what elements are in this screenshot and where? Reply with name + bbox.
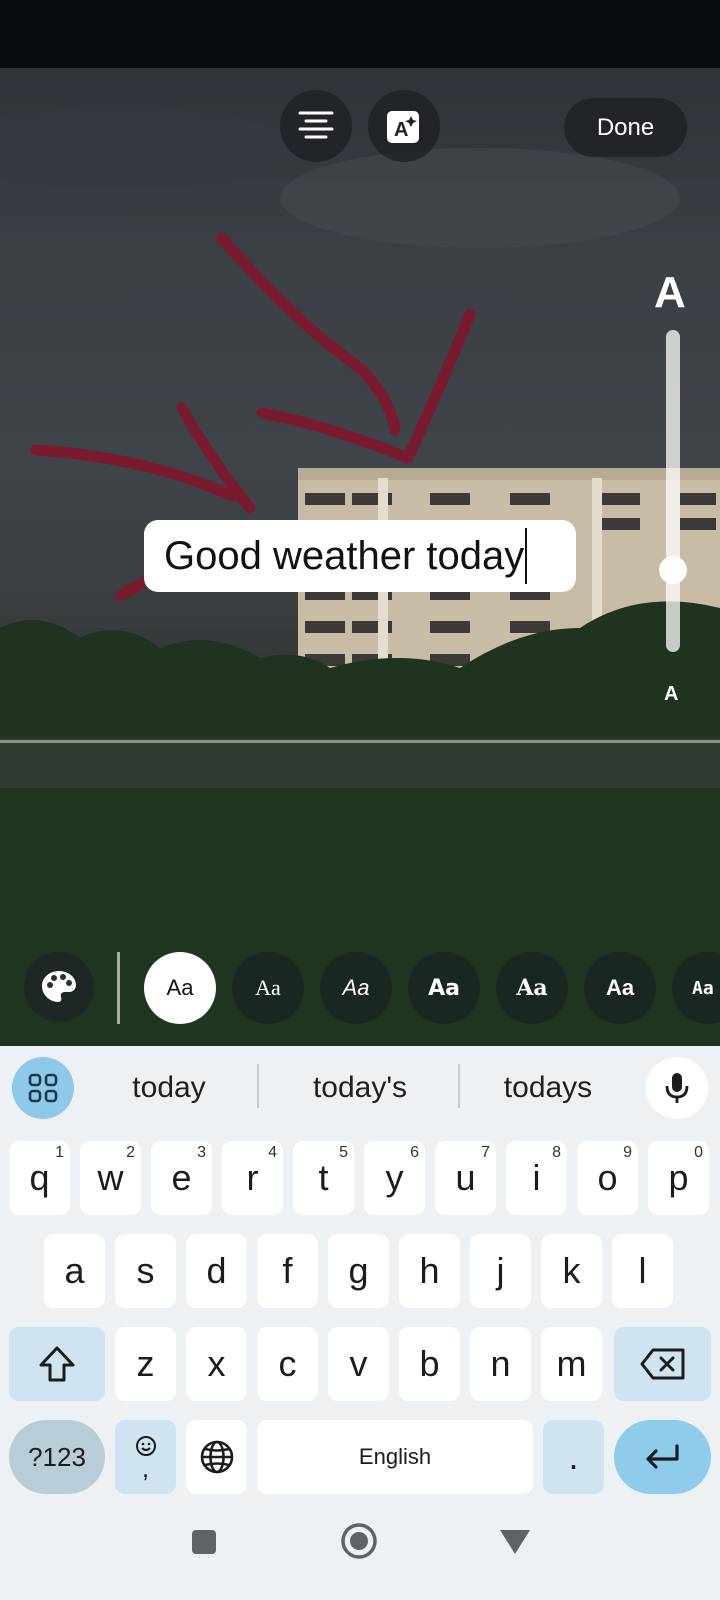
svg-text:A: A	[394, 119, 408, 141]
suggestion-1[interactable]: today	[96, 1064, 242, 1112]
suggestion-divider	[458, 1064, 460, 1108]
key-s[interactable]: s	[115, 1234, 176, 1308]
key-w[interactable]: w2	[80, 1141, 141, 1215]
key-i[interactable]: i8	[506, 1141, 567, 1215]
key-g[interactable]: g	[328, 1234, 389, 1308]
comma-label: ,	[141, 1453, 150, 1483]
key-q[interactable]: q1	[9, 1141, 70, 1215]
key-j[interactable]: j	[470, 1234, 531, 1308]
font-style-picker: Aa Aa Aa Aa Aa Aa Aa	[0, 950, 720, 1026]
font-option-heavy[interactable]: Aa	[584, 952, 656, 1024]
suggestion-bar: today today's todays	[0, 1046, 720, 1130]
key-u[interactable]: u7	[435, 1141, 496, 1215]
suggestion-divider	[257, 1064, 259, 1108]
story-text-field[interactable]: Good weather today	[144, 520, 576, 592]
key-hint: 1	[55, 1144, 64, 1161]
space-label: English	[358, 1444, 432, 1469]
key-e[interactable]: e3	[151, 1141, 212, 1215]
backspace-icon	[640, 1348, 684, 1380]
key-o[interactable]: o9	[577, 1141, 638, 1215]
suggestion-3[interactable]: todays	[470, 1064, 626, 1112]
key-label: t	[318, 1157, 329, 1198]
back-icon[interactable]	[498, 1528, 532, 1556]
key-h[interactable]: h	[399, 1234, 460, 1308]
key-t[interactable]: t5	[293, 1141, 354, 1215]
key-hint: 8	[552, 1144, 561, 1161]
text-cursor	[525, 528, 528, 584]
period-key[interactable]: .	[543, 1420, 604, 1494]
text-align-button[interactable]	[280, 90, 352, 162]
key-label: i	[532, 1157, 541, 1198]
font-option-serif[interactable]: Aa	[232, 952, 304, 1024]
navigation-bar	[0, 1500, 720, 1600]
recents-icon[interactable]	[190, 1528, 218, 1556]
key-y[interactable]: y6	[364, 1141, 425, 1215]
text-size-large-label: A	[654, 268, 686, 317]
key-label: e	[171, 1157, 192, 1198]
font-option-italic[interactable]: Aa	[320, 952, 392, 1024]
font-option-mono[interactable]: Aa	[672, 952, 720, 1024]
shift-icon	[39, 1346, 75, 1382]
grid-icon	[28, 1073, 58, 1103]
key-m[interactable]: m	[541, 1327, 602, 1401]
key-hint: 4	[268, 1144, 277, 1161]
key-k[interactable]: k	[541, 1234, 602, 1308]
story-text: Good weather today	[164, 533, 525, 578]
text-effects-icon: A	[387, 111, 419, 143]
home-icon[interactable]	[340, 1522, 378, 1560]
symbols-key[interactable]: ?123	[9, 1420, 105, 1494]
font-option-bold-serif[interactable]: Aa	[496, 952, 568, 1024]
language-key[interactable]	[186, 1420, 247, 1494]
key-l[interactable]: l	[612, 1234, 673, 1308]
key-p[interactable]: p0	[648, 1141, 709, 1215]
shift-key[interactable]	[9, 1327, 105, 1401]
key-v[interactable]: v	[328, 1327, 389, 1401]
key-hint: 3	[197, 1144, 206, 1161]
align-center-icon	[298, 111, 334, 139]
key-hint: 2	[126, 1144, 135, 1161]
key-a[interactable]: a	[44, 1234, 105, 1308]
key-label: r	[246, 1157, 259, 1198]
font-row-divider	[117, 952, 120, 1024]
text-effects-button[interactable]: A	[368, 90, 440, 162]
key-label: u	[455, 1157, 476, 1198]
color-palette-button[interactable]	[24, 952, 94, 1022]
key-f[interactable]: f	[257, 1234, 318, 1308]
font-option-classic[interactable]: Aa	[144, 952, 216, 1024]
voice-input-button[interactable]	[646, 1057, 708, 1119]
key-hint: 0	[694, 1144, 703, 1161]
suggestion-2[interactable]: today's	[270, 1064, 450, 1112]
key-n[interactable]: n	[470, 1327, 531, 1401]
key-z[interactable]: z	[115, 1327, 176, 1401]
key-hint: 7	[481, 1144, 490, 1161]
enter-key[interactable]	[614, 1420, 711, 1494]
text-size-slider[interactable]	[666, 330, 680, 652]
key-label: o	[597, 1157, 618, 1198]
key-c[interactable]: c	[257, 1327, 318, 1401]
text-size-small-label: A	[664, 683, 679, 705]
key-d[interactable]: d	[186, 1234, 247, 1308]
palette-icon	[42, 971, 76, 1002]
key-x[interactable]: x	[186, 1327, 247, 1401]
status-bar	[0, 0, 720, 68]
globe-icon	[200, 1440, 233, 1474]
text-size-slider-thumb[interactable]	[659, 556, 687, 584]
space-key[interactable]: English	[257, 1420, 533, 1494]
keyboard-apps-button[interactable]	[12, 1057, 74, 1119]
key-hint: 9	[623, 1144, 632, 1161]
microphone-icon	[665, 1073, 689, 1103]
key-b[interactable]: b	[399, 1327, 460, 1401]
done-button[interactable]: Done	[564, 98, 687, 157]
key-hint: 6	[410, 1144, 419, 1161]
backspace-key[interactable]	[614, 1327, 711, 1401]
font-option-bold[interactable]: Aa	[408, 952, 480, 1024]
key-label: w	[97, 1157, 124, 1198]
key-label: y	[385, 1157, 404, 1198]
key-label: p	[668, 1157, 689, 1198]
emoji-comma-key[interactable]: ,	[115, 1420, 176, 1494]
key-hint: 5	[339, 1144, 348, 1161]
key-r[interactable]: r4	[222, 1141, 283, 1215]
key-label: q	[29, 1157, 50, 1198]
enter-icon	[645, 1444, 679, 1469]
